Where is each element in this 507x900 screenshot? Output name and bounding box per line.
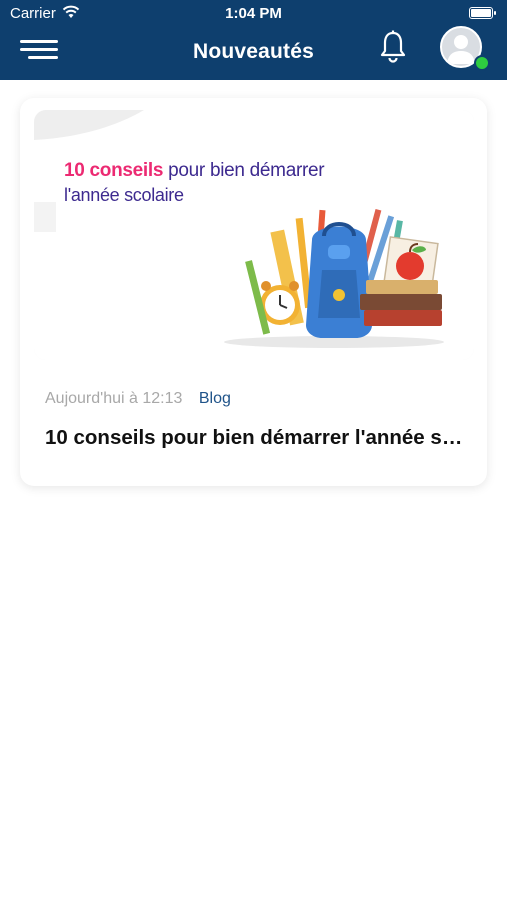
online-status-dot: [474, 55, 490, 71]
status-time: 1:04 PM: [225, 5, 282, 22]
nav-bar: Nouveautés: [0, 26, 507, 80]
news-card-image: 10 conseils pour bien démarrer l'année s…: [34, 110, 474, 360]
battery-icon: [469, 7, 496, 19]
image-headline-line1: 10 conseils pour bien démarrer: [64, 160, 325, 181]
news-category-badge[interactable]: Blog: [199, 390, 231, 407]
news-card-meta: Aujourd'hui à 12:13 Blog: [45, 390, 231, 408]
page-title: Nouveautés: [192, 40, 315, 63]
news-card-title[interactable]: 10 conseils pour bien démarrer l'année s…: [45, 426, 465, 450]
news-card[interactable]: 10 conseils pour bien démarrer l'année s…: [20, 98, 487, 486]
school-supplies-illustration: [224, 208, 444, 348]
status-bar: Carrier 1:04 PM: [0, 0, 507, 26]
bell-icon[interactable]: [378, 30, 408, 64]
news-date: Aujourd'hui à 12:13: [45, 390, 183, 407]
image-headline-line2: l'année scolaire: [64, 185, 184, 205]
app-header: Carrier 1:04 PM Nouveautés: [0, 0, 507, 80]
